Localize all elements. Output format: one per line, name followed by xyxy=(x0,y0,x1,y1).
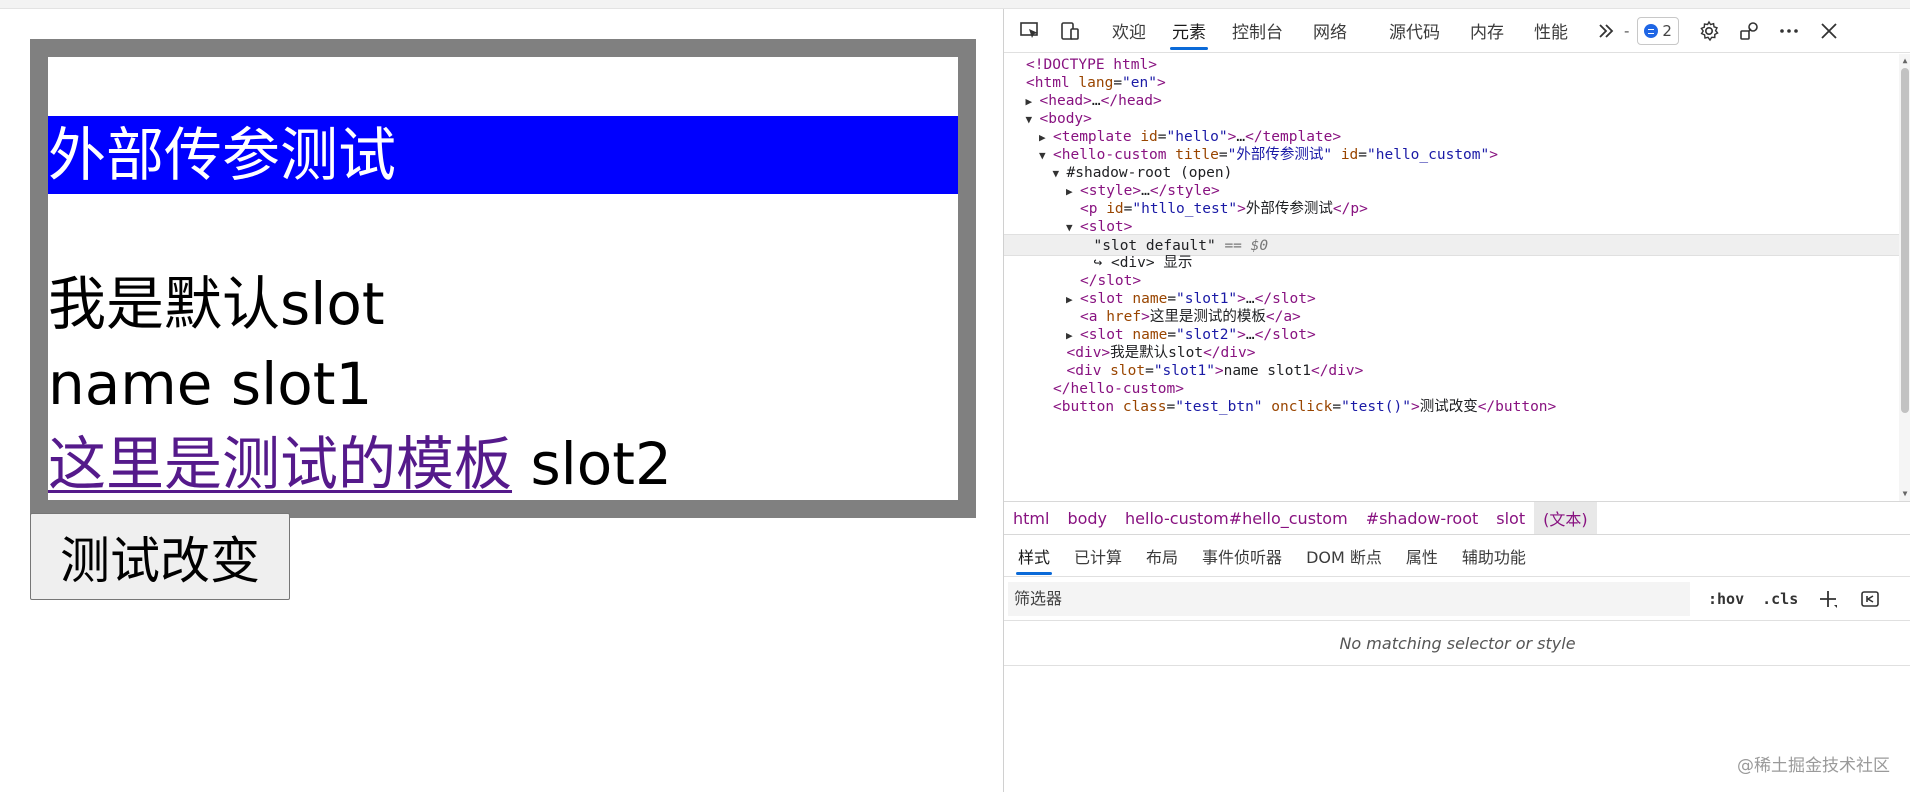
message-icon xyxy=(1644,23,1659,38)
breadcrumb-item[interactable]: html xyxy=(1004,502,1058,534)
inspect-icon[interactable] xyxy=(1016,17,1044,45)
expand-triangle-icon[interactable]: ▶ xyxy=(1066,181,1080,203)
test-change-button[interactable]: 测试改变 xyxy=(30,513,290,600)
slot2-text: slot2 xyxy=(530,430,672,498)
styles-pane-tabs: 样式 已计算 布局 事件侦听器 DOM 断点 属性 辅助功能 xyxy=(1004,535,1910,577)
dom-node[interactable]: <button class="test_btn" onclick="test()… xyxy=(1053,396,1556,418)
devtools-tab[interactable]: 元素 xyxy=(1162,9,1216,53)
new-style-rule-icon[interactable] xyxy=(1816,587,1840,611)
devtools-toolbar: 欢迎 元素 控制台 网络 源代码 内存 性能 - 2 xyxy=(1004,9,1910,53)
devtools-tabs: 欢迎 元素 控制台 网络 源代码 内存 性能 xyxy=(1084,9,1578,53)
slot2-row: 这里是测试的模板 slot2 xyxy=(48,424,672,504)
connect-icon[interactable] xyxy=(1735,17,1763,45)
styles-filter-row: :hov .cls xyxy=(1004,577,1910,621)
breadcrumb-item[interactable]: body xyxy=(1058,502,1116,534)
styles-tab[interactable]: 样式 xyxy=(1008,535,1060,577)
breadcrumb: html body hello-custom#hello_custom #shadow… xyxy=(1004,501,1910,535)
rendered-page: 外部传参测试 我是默认slot name slot1 这里是测试的模板 slot… xyxy=(0,9,1003,792)
device-emulation-icon[interactable] xyxy=(1056,17,1084,45)
breadcrumb-item[interactable]: (文本) xyxy=(1534,502,1597,534)
dom-scroll-thumb[interactable] xyxy=(1901,68,1909,413)
styles-tab[interactable]: 辅助功能 xyxy=(1452,535,1536,577)
no-matching-style-message: No matching selector or style xyxy=(1004,621,1910,666)
expand-triangle-icon[interactable]: ▼ xyxy=(1039,145,1053,167)
devtools-tab[interactable]: 性能 xyxy=(1524,9,1578,53)
default-slot-text: 我是默认slot xyxy=(48,270,385,338)
devtools-tab[interactable]: 内存 xyxy=(1460,9,1514,53)
message-badge[interactable]: 2 xyxy=(1637,16,1679,45)
breadcrumb-item[interactable]: hello-custom#hello_custom xyxy=(1116,502,1357,534)
browser-top-strip xyxy=(0,0,1910,9)
elements-dom-tree[interactable]: ▲ ▼ <!DOCTYPE html> <html lang="en"> ▶ <hea… xyxy=(1004,54,1910,501)
styles-filter-input[interactable] xyxy=(1008,581,1690,616)
styles-tab[interactable]: 事件侦听器 xyxy=(1192,535,1292,577)
more-tabs-icon[interactable] xyxy=(1592,17,1620,45)
scroll-down-arrow-icon[interactable]: ▼ xyxy=(1901,489,1909,499)
breadcrumb-item[interactable]: #shadow-root xyxy=(1357,502,1488,534)
devtools-panel: 欢迎 元素 控制台 网络 源代码 内存 性能 - 2 ▲ ▼ <!DOCTYPE html>… xyxy=(1003,9,1910,792)
devtools-tab[interactable]: 源代码 xyxy=(1379,9,1450,53)
settings-icon[interactable] xyxy=(1695,17,1723,45)
devtools-tab[interactable]: 控制台 xyxy=(1222,9,1293,53)
slot1-text: name slot1 xyxy=(48,350,373,418)
message-count: 2 xyxy=(1662,21,1672,40)
title-banner: 外部传参测试 xyxy=(48,116,958,194)
watermark: @稀土掘金技术社区 xyxy=(1737,756,1890,776)
template-link[interactable]: 这里是测试的模板 xyxy=(48,430,512,498)
toggle-sidebar-icon[interactable] xyxy=(1858,587,1882,611)
devtools-tab[interactable]: 欢迎 xyxy=(1102,9,1156,53)
hello-custom-component: 外部传参测试 我是默认slot name slot1 这里是测试的模板 slot… xyxy=(30,39,976,518)
more-options-icon[interactable] xyxy=(1775,17,1803,45)
expand-triangle-icon[interactable]: ▼ xyxy=(1053,163,1067,185)
styles-tab[interactable]: 已计算 xyxy=(1064,535,1132,577)
breadcrumb-item[interactable]: slot xyxy=(1487,502,1534,534)
expand-triangle-icon[interactable]: ▼ xyxy=(1026,109,1040,131)
hov-toggle[interactable]: :hov xyxy=(1708,590,1744,608)
expand-triangle-icon[interactable]: ▶ xyxy=(1066,289,1080,311)
styles-tab[interactable]: 布局 xyxy=(1136,535,1188,577)
devtools-tab[interactable]: 网络 xyxy=(1303,9,1357,53)
scroll-up-arrow-icon[interactable]: ▲ xyxy=(1901,56,1909,66)
separator-dash: - xyxy=(1624,21,1630,40)
dom-scrollbar[interactable]: ▲ ▼ xyxy=(1899,54,1910,501)
styles-tab[interactable]: DOM 断点 xyxy=(1296,535,1392,577)
cls-toggle[interactable]: .cls xyxy=(1762,590,1798,608)
close-icon[interactable] xyxy=(1815,17,1843,45)
styles-tab[interactable]: 属性 xyxy=(1396,535,1448,577)
